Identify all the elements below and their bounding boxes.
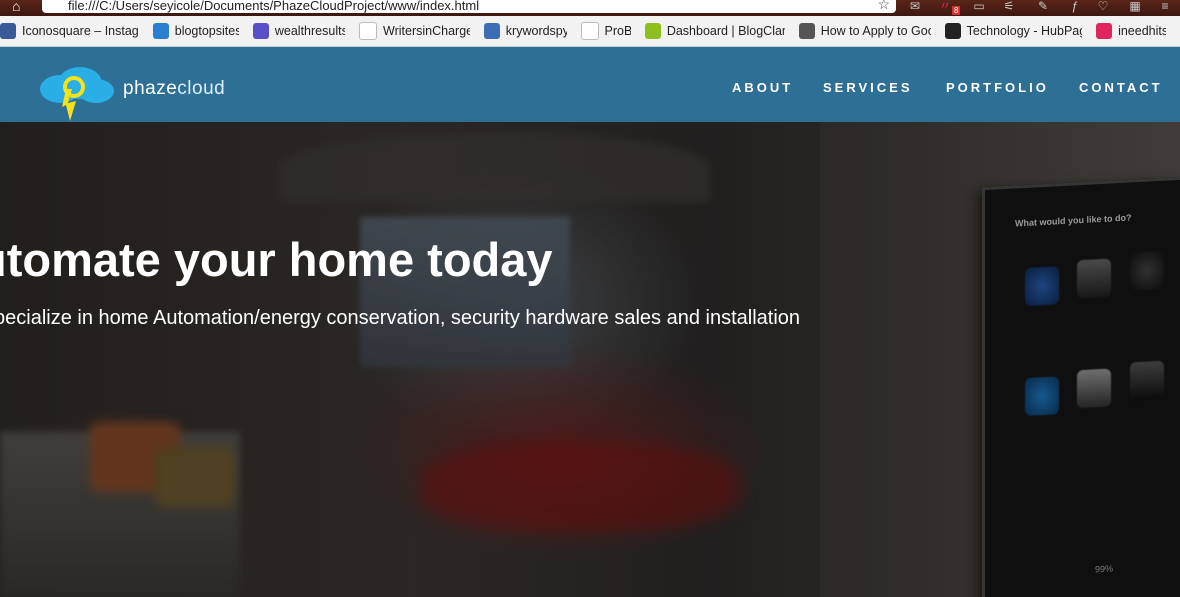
nav-services[interactable]: SERVICES: [823, 80, 913, 95]
link-icon: [798, 23, 815, 39]
mail-extension-icon[interactable]: ✉: [906, 0, 924, 14]
bookmark-label: Dashboard | BlogClan: [666, 24, 785, 38]
brand-name[interactable]: phazecloud: [123, 78, 225, 100]
function-extension-icon[interactable]: ƒ: [1066, 0, 1084, 14]
bookmark-item[interactable]: ProB: [580, 22, 631, 40]
hero-subheadline: pecialize in home Automation/energy cons…: [0, 307, 801, 329]
pen-extension-icon[interactable]: ✎: [1034, 0, 1052, 14]
address-text: file:///C:/Users/seyicole/Documents/Phaz…: [68, 0, 480, 13]
bookmark-label: krywordspy: [505, 24, 567, 38]
page-icon: [580, 22, 599, 40]
plug-extension-icon[interactable]: ⚟: [1000, 0, 1018, 14]
brand-name-bold: phaze: [123, 78, 178, 99]
brand-name-light: cloud: [177, 78, 226, 99]
bookmark-label: Technology - HubPag: [966, 24, 1083, 38]
home-icon[interactable]: ⌂: [12, 0, 30, 14]
nav-about[interactable]: ABOUT: [732, 80, 793, 95]
bookmark-item[interactable]: How to Apply to Goo: [798, 23, 931, 39]
site-header: phazecloud ABOUT SERVICES PORTFOLIO CONT…: [0, 47, 1180, 122]
bookmark-item[interactable]: blogtopsites: [152, 23, 239, 39]
google-icon: [359, 22, 378, 40]
screen-extension-icon[interactable]: ▭: [970, 0, 988, 14]
nav-contact[interactable]: CONTACT: [1079, 80, 1163, 95]
menu-extension-icon[interactable]: ≡: [1156, 0, 1174, 14]
iconosquare-icon: [0, 23, 16, 39]
extension-badge: 8: [952, 6, 961, 15]
bookmark-item[interactable]: Dashboard | BlogClan: [644, 23, 785, 39]
bookmark-label: blogtopsites: [174, 24, 239, 38]
browser-toolbar: ⌂ file:///C:/Users/seyicole/Documents/Ph…: [0, 0, 1180, 16]
hubpages-icon: [944, 23, 961, 39]
bookmark-item[interactable]: ineedhits: [1096, 23, 1166, 39]
bookmark-item[interactable]: krywordspy: [483, 23, 567, 39]
nav-portfolio[interactable]: PORTFOLIO: [946, 80, 1049, 95]
address-bar[interactable]: file:///C:/Users/seyicole/Documents/Phaz…: [42, 0, 896, 13]
bookmark-label: WritersinCharge: [383, 24, 470, 38]
hero-headline: utomate your home today: [0, 233, 553, 286]
phazecloud-logo-icon[interactable]: [38, 67, 118, 125]
bookmark-item[interactable]: wealthresults: [252, 23, 346, 39]
bookmark-label: ineedhits: [1118, 24, 1166, 38]
wealthresults-icon: [252, 23, 269, 39]
bookmark-label: ProB: [604, 24, 631, 38]
hero-overlay: [0, 122, 1180, 597]
blogtopsites-icon: [152, 23, 169, 39]
bookmark-star-icon[interactable]: ☆: [877, 0, 890, 11]
bookmark-item[interactable]: Technology - HubPag: [944, 23, 1083, 39]
heart-extension-icon[interactable]: ♡: [1094, 0, 1112, 14]
hero-section: What would you like to do? 99% utomate y…: [0, 122, 1180, 597]
krywordspy-icon: [483, 23, 500, 39]
bookmark-label: wealthresults: [274, 24, 346, 38]
bookmark-item[interactable]: Iconosquare – Instagr: [0, 23, 139, 39]
blogclan-icon: [644, 23, 661, 39]
bookmark-label: How to Apply to Goo: [820, 24, 931, 38]
grid-extension-icon[interactable]: ▦: [1126, 0, 1144, 14]
bookmarks-bar: Iconosquare – Instagr blogtopsites wealthr…: [0, 16, 1180, 47]
ineedhits-icon: [1096, 23, 1113, 39]
bookmark-item[interactable]: WritersinCharge: [359, 22, 470, 40]
bookmark-label: Iconosquare – Instagr: [22, 24, 139, 38]
